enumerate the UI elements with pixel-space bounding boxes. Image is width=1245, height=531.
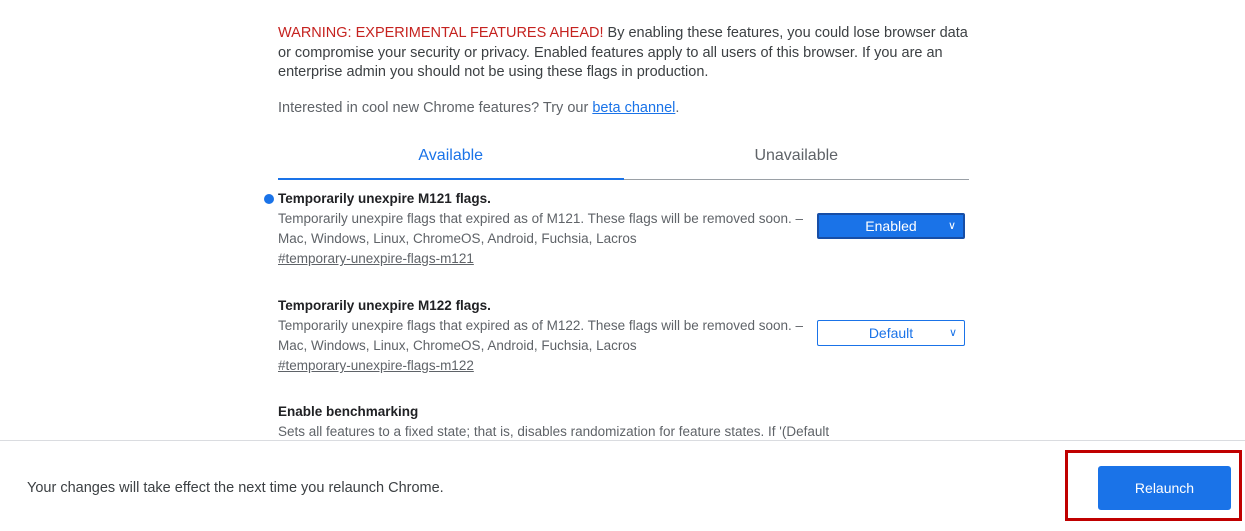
beta-channel-link[interactable]: beta channel <box>592 100 675 116</box>
flags-tabs: Available Unavailable <box>278 134 969 180</box>
beta-prefix: Interested in cool new Chrome features? … <box>278 100 593 116</box>
flag-state-select[interactable]: Enabled ∨ <box>817 213 965 239</box>
relaunch-message: Your changes will take effect the next t… <box>27 480 444 496</box>
flag-title: Temporarily unexpire M122 flags. <box>278 298 491 313</box>
modified-dot-icon <box>264 194 274 204</box>
beta-channel-promo: Interested in cool new Chrome features? … <box>278 98 679 118</box>
warning-label: WARNING: EXPERIMENTAL FEATURES AHEAD! <box>278 25 604 41</box>
flag-title: Enable benchmarking <box>278 404 419 419</box>
tab-available[interactable]: Available <box>278 134 624 180</box>
flag-item-benchmarking: Enable benchmarking Sets all features to… <box>278 403 969 443</box>
select-value: Enabled <box>865 218 917 234</box>
flag-state-select[interactable]: Default ∨ <box>817 320 965 346</box>
flag-permalink[interactable]: #temporary-unexpire-flags-m121 <box>278 250 474 268</box>
flag-description: Sets all features to a fixed state; that… <box>278 424 830 439</box>
flag-item-m122: Temporarily unexpire M122 flags. Tempora… <box>278 297 969 387</box>
flag-item-m121: Temporarily unexpire M121 flags. Tempora… <box>264 190 969 280</box>
chevron-down-icon: ∨ <box>948 327 957 339</box>
experimental-warning: WARNING: EXPERIMENTAL FEATURES AHEAD! By… <box>278 24 969 83</box>
tab-unavailable[interactable]: Unavailable <box>624 134 970 179</box>
select-value: Default <box>868 325 914 341</box>
relaunch-footer: Your changes will take effect the next t… <box>0 440 1245 531</box>
flag-permalink[interactable]: #temporary-unexpire-flags-m122 <box>278 357 474 375</box>
flag-description: Temporarily unexpire flags that expired … <box>278 318 804 353</box>
flag-title: Temporarily unexpire M121 flags. <box>278 191 491 206</box>
beta-suffix: . <box>675 100 680 116</box>
chevron-down-icon: ∨ <box>947 220 956 232</box>
relaunch-button[interactable]: Relaunch <box>1098 466 1231 510</box>
flag-description: Temporarily unexpire flags that expired … <box>278 211 804 246</box>
